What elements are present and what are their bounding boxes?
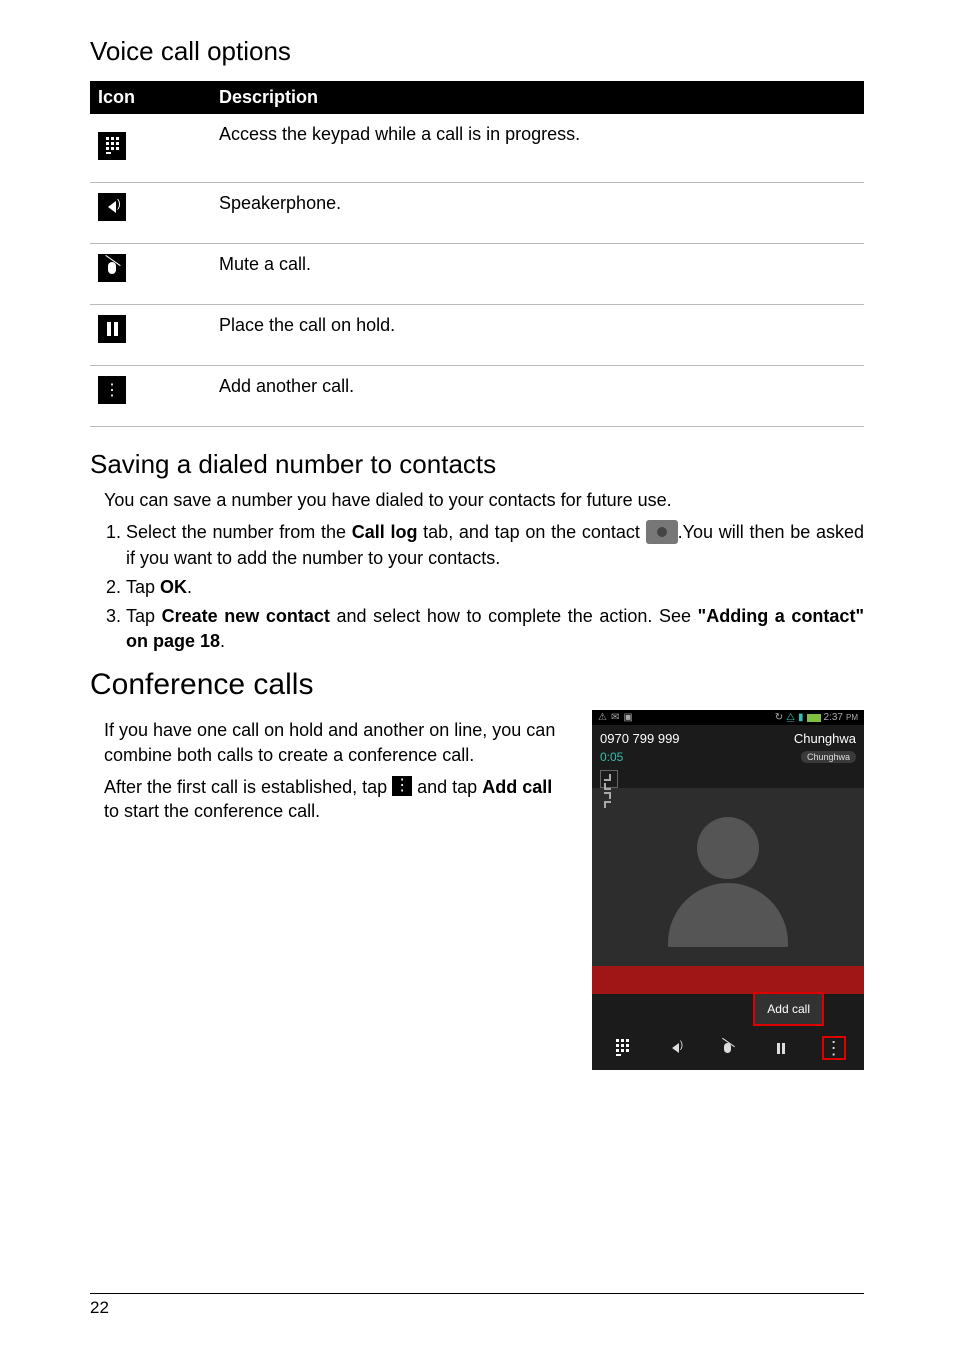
mute-icon (98, 254, 126, 282)
call-header: 0970 799 999 Chunghwa (592, 725, 864, 748)
text: . (220, 631, 225, 651)
phone-screenshot: ⚠ ✉ ▣ ↻ ⧋ ▮ 2:37 PM 0970 799 999 Chunghw… (592, 710, 864, 1070)
in-call-toolbar (592, 1026, 864, 1070)
contact-icon (646, 520, 678, 544)
picture-icon: ▣ (623, 712, 632, 723)
row-desc: Add another call. (211, 366, 864, 427)
add-call-icon (98, 376, 126, 404)
call-number: 0970 799 999 (600, 731, 680, 746)
battery-icon (807, 714, 821, 722)
text: and tap (412, 777, 482, 797)
mail-icon: ✉ (611, 712, 619, 723)
th-icon: Icon (90, 81, 211, 114)
table-row: Access the keypad while a call is in pro… (90, 114, 864, 183)
text: Select the number from the (126, 522, 352, 542)
sync-icon: ↻ (775, 712, 783, 723)
bold-add-call: Add call (482, 777, 552, 797)
keypad-icon[interactable] (610, 1036, 634, 1060)
text: tab, and tap on the contact (417, 522, 645, 542)
overflow-menu-icon (392, 776, 412, 796)
mute-icon[interactable] (716, 1036, 740, 1060)
operator-badge: Chunghwa (801, 751, 856, 763)
avatar-placeholder-icon (668, 807, 788, 947)
text: After the first call is established, tap (104, 777, 392, 797)
overflow-menu-icon[interactable] (822, 1036, 846, 1060)
hold-icon[interactable] (769, 1036, 793, 1060)
call-timer: 0:05 (600, 750, 623, 764)
call-subrow: 0:05 Chunghwa (592, 748, 864, 770)
contact-avatar-area (592, 788, 864, 966)
text: and select how to complete the action. S… (330, 606, 698, 626)
saving-steps: Select the number from the Call log tab,… (104, 520, 864, 654)
table-row: Speakerphone. (90, 183, 864, 244)
page-footer: 22 (90, 1293, 864, 1318)
signal-icon: ▮ (798, 712, 804, 723)
keypad-icon (98, 132, 126, 160)
table-row: Mute a call. (90, 244, 864, 305)
conference-p1: If you have one call on hold and another… (104, 718, 568, 767)
text: . (187, 577, 192, 597)
voice-call-options-table: Icon Description Access the keypad (90, 81, 864, 427)
speaker-icon (98, 193, 126, 221)
heading-voice-call-options: Voice call options (90, 36, 864, 67)
status-bar: ⚠ ✉ ▣ ↻ ⧋ ▮ 2:37 PM (592, 710, 864, 725)
row-desc: Place the call on hold. (211, 305, 864, 366)
wifi-icon: ⧋ (786, 712, 795, 723)
th-description: Description (211, 81, 864, 114)
end-call-bar[interactable] (592, 966, 864, 994)
hold-icon (98, 315, 126, 343)
list-item: Tap OK. (126, 575, 864, 600)
saving-intro: You can save a number you have dialed to… (104, 488, 864, 512)
row-desc: Mute a call. (211, 244, 864, 305)
warning-icon: ⚠ (598, 712, 607, 723)
row-desc: Access the keypad while a call is in pro… (211, 114, 864, 183)
text: to start the conference call. (104, 801, 320, 821)
text: Tap (126, 577, 160, 597)
bold-call-log: Call log (352, 522, 418, 542)
heading-saving-dialed: Saving a dialed number to contacts (90, 449, 864, 480)
page-number: 22 (90, 1298, 109, 1317)
bold-create-new-contact: Create new contact (162, 606, 330, 626)
call-operator: Chunghwa (794, 731, 856, 746)
list-item: Select the number from the Call log tab,… (126, 520, 864, 570)
status-ampm: PM (846, 713, 858, 722)
bold-ok: OK (160, 577, 187, 597)
heading-conference-calls: Conference calls (90, 668, 864, 702)
status-time: 2:37 (824, 712, 843, 723)
add-call-popup[interactable]: Add call (753, 992, 824, 1026)
table-row: Place the call on hold. (90, 305, 864, 366)
table-row: Add another call. (90, 366, 864, 427)
conference-p2: After the first call is established, tap… (104, 775, 568, 824)
list-item: Tap Create new contact and select how to… (126, 604, 864, 654)
merge-calls-icon[interactable] (600, 770, 618, 788)
speaker-icon[interactable] (663, 1036, 687, 1060)
row-desc: Speakerphone. (211, 183, 864, 244)
text: Tap (126, 606, 162, 626)
